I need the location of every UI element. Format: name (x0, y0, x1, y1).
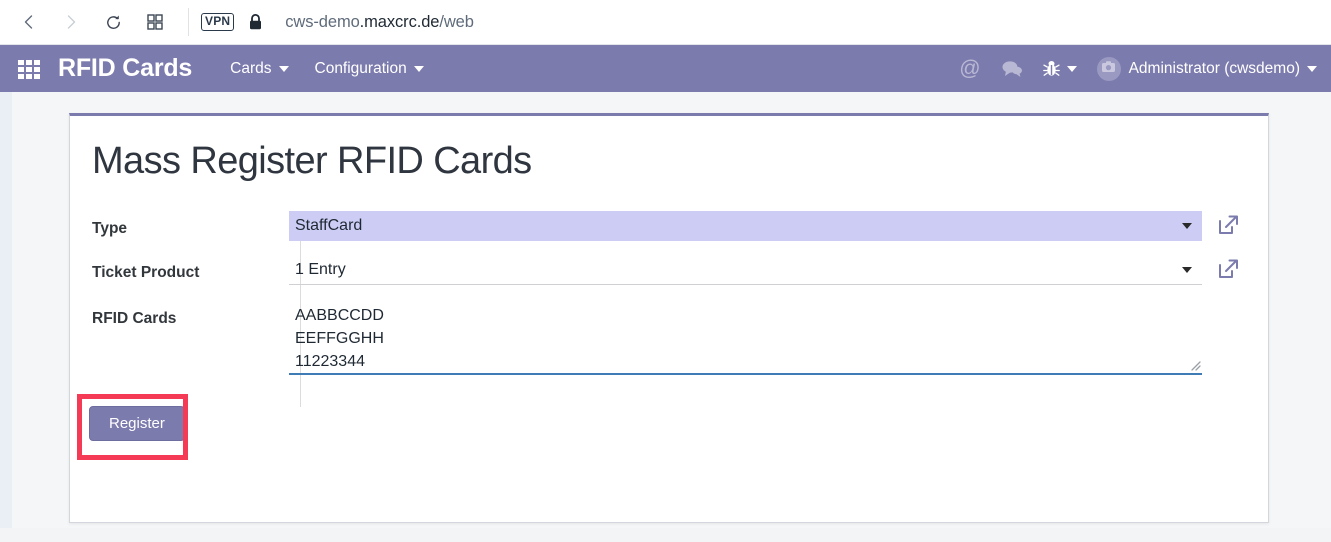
chevron-down-icon (413, 65, 424, 72)
chevron-down-icon (278, 65, 289, 72)
ticket-product-external-link-icon[interactable] (1216, 257, 1240, 281)
apps-grid-icon[interactable] (18, 60, 40, 79)
page-title: Mass Register RFID Cards (92, 140, 532, 182)
menu-configuration[interactable]: Configuration (315, 60, 424, 78)
field-row-ticket-product: Ticket Product 1 Entry (92, 255, 1242, 285)
label-type: Type (92, 220, 128, 237)
form-body: Type StaffCard Ticket Product 1 Entry RF… (92, 211, 1242, 407)
menu-configuration-label: Configuration (314, 59, 407, 77)
register-button[interactable]: Register (89, 406, 185, 441)
lock-icon[interactable] (248, 13, 263, 31)
control-type: StaffCard (289, 211, 1242, 241)
rfid-card-line: EEFFGGHH (295, 330, 384, 347)
app-brand-title[interactable]: RFID Cards (58, 54, 192, 83)
type-external-link-icon[interactable] (1216, 213, 1240, 237)
field-row-type: Type StaffCard (92, 211, 1242, 241)
rfid-card-line: AABBCCDD (295, 307, 384, 324)
chevron-down-icon (1307, 65, 1317, 72)
toolbar-divider (188, 8, 189, 36)
bug-icon[interactable] (1042, 59, 1077, 78)
chevron-left-icon (20, 13, 38, 31)
grid-tabs-icon (146, 13, 164, 31)
menu-cards[interactable]: Cards (230, 59, 289, 78)
url-host: .maxcrc.de (359, 12, 440, 31)
label-ticket-product: Ticket Product (92, 264, 200, 281)
vpn-badge[interactable]: VPN (201, 13, 235, 31)
camera-avatar-icon (1101, 60, 1116, 78)
mass-register-form-card: Mass Register RFID Cards Type StaffCard (69, 113, 1269, 523)
chevron-down-icon (1066, 65, 1077, 72)
chat-bubble-icon[interactable] (1001, 59, 1023, 79)
address-bar[interactable]: cws-demo.maxcrc.de/web (285, 13, 474, 32)
navbar-right-group: @ Administrator (cwsdemo) (959, 56, 1317, 81)
ticket-product-select[interactable]: 1 Entry (289, 255, 1202, 285)
label-rfid-cards: RFID Cards (92, 310, 177, 327)
at-mention-icon[interactable]: @ (959, 58, 980, 79)
url-path: /web (439, 12, 474, 31)
reload-icon (104, 13, 123, 32)
control-ticket-product: 1 Entry (289, 255, 1242, 285)
odoo-navbar: RFID Cards Cards Configuration @ Adminis… (0, 45, 1331, 92)
back-button[interactable] (12, 5, 46, 39)
type-select-value: StaffCard (295, 217, 363, 234)
rfid-card-line: 11223344 (295, 353, 365, 370)
type-select[interactable]: StaffCard (289, 211, 1202, 241)
reload-button[interactable] (96, 5, 130, 39)
user-menu[interactable]: Administrator (cwsdemo) (1129, 60, 1317, 78)
resize-grip-icon[interactable] (1189, 358, 1201, 371)
forward-button[interactable] (54, 5, 88, 39)
tab-overview-button[interactable] (138, 5, 172, 39)
avatar[interactable] (1096, 56, 1121, 81)
rfid-cards-textarea[interactable]: AABBCCDD EEFFGGHH 11223344 (289, 301, 1202, 375)
chevron-down-icon (1182, 266, 1192, 273)
control-rfid-cards: AABBCCDD EEFFGGHH 11223344 (289, 301, 1242, 375)
navbar-menus: Cards Configuration (230, 60, 450, 78)
chevron-right-icon (62, 13, 80, 31)
user-menu-label: Administrator (cwsdemo) (1128, 59, 1300, 77)
field-row-rfid-cards: RFID Cards AABBCCDD EEFFGGHH 11223344 (92, 301, 1242, 375)
url-prefix: cws-demo (285, 12, 360, 31)
menu-cards-label: Cards (230, 59, 272, 77)
ticket-product-select-value: 1 Entry (295, 260, 346, 278)
chevron-down-icon (1182, 223, 1192, 229)
browser-toolbar: VPN cws-demo.maxcrc.de/web (0, 0, 1331, 45)
